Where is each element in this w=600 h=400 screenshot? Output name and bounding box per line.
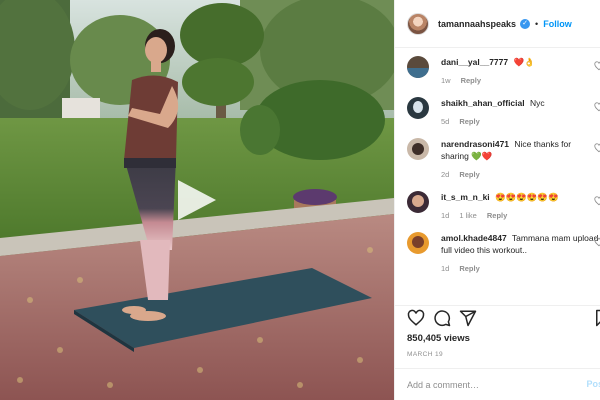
comment-time[interactable]: 1d [441, 211, 449, 220]
comment-like-heart-icon[interactable] [594, 237, 600, 247]
post-side-panel: tamannaahspeaks ✓ • Follow dani__yal__77… [394, 0, 600, 400]
comment-item: dani__yal__7777 ❤️👌 1w Reply [395, 56, 600, 85]
comment-text: 😍😍😍😍😍😍 [495, 192, 559, 202]
reply-button[interactable]: Reply [459, 117, 479, 126]
view-count-label: views [443, 333, 470, 344]
comment-likes[interactable]: 1 like [459, 211, 477, 220]
comment-username[interactable]: narendrasoni471 [441, 139, 509, 149]
avatar[interactable] [407, 12, 429, 35]
comment-item: shaikh_ahan_official Nyc 5d Reply [395, 97, 600, 126]
reply-button[interactable]: Reply [461, 76, 481, 85]
avatar[interactable] [407, 56, 429, 78]
play-icon[interactable] [172, 176, 220, 224]
post-date[interactable]: MARCH 19 [407, 351, 443, 358]
post-actions [407, 309, 600, 329]
comment-username[interactable]: shaikh_ahan_official [441, 98, 525, 108]
reply-button[interactable]: Reply [459, 264, 479, 273]
view-count[interactable]: 850,405 views [407, 333, 470, 344]
comment-time[interactable]: 5d [441, 117, 449, 126]
comment-username[interactable]: dani__yal__7777 [441, 57, 508, 67]
comment-like-heart-icon[interactable] [594, 61, 600, 71]
avatar[interactable] [407, 97, 429, 119]
comment-time[interactable]: 1w [441, 76, 451, 85]
reply-button[interactable]: Reply [459, 170, 479, 179]
comment-text: Nyc [530, 98, 545, 108]
avatar[interactable] [407, 138, 429, 160]
avatar[interactable] [407, 232, 429, 254]
separator-dot: • [535, 18, 539, 29]
post-comment-button[interactable]: Post [586, 379, 600, 389]
comment-username[interactable]: amol.khade4847 [441, 233, 507, 243]
comment-like-heart-icon[interactable] [594, 102, 600, 112]
heart-icon[interactable] [407, 309, 425, 327]
comment-like-heart-icon[interactable] [594, 143, 600, 153]
instagram-post-view: tamannaahspeaks ✓ • Follow dani__yal__77… [0, 0, 600, 400]
comment-username[interactable]: it_s_m_n_ki [441, 192, 490, 202]
post-header: tamannaahspeaks ✓ • Follow [395, 0, 600, 48]
share-icon[interactable] [459, 309, 477, 327]
bookmark-icon[interactable] [593, 309, 600, 327]
comment-icon[interactable] [433, 309, 451, 327]
comment-item: amol.khade4847 Tammana mam upload full v… [395, 232, 600, 273]
view-count-number: 850,405 [407, 333, 442, 344]
post-username[interactable]: tamannaahspeaks [438, 19, 516, 29]
avatar[interactable] [407, 191, 429, 213]
comment-text: ❤️👌 [513, 57, 535, 67]
comment-time[interactable]: 2d [441, 170, 449, 179]
verified-check-icon: ✓ [520, 18, 531, 29]
reply-button[interactable]: Reply [487, 211, 507, 220]
comments-list[interactable]: dani__yal__7777 ❤️👌 1w Reply shaikh_ahan… [395, 48, 600, 304]
comment-item: narendrasoni471 Nice thanks for sharing … [395, 138, 600, 179]
comment-like-heart-icon[interactable] [594, 196, 600, 206]
comment-item: it_s_m_n_ki 😍😍😍😍😍😍 1d 1 like Reply [395, 191, 600, 220]
comment-time[interactable]: 1d [441, 264, 449, 273]
divider [395, 305, 600, 306]
comment-input[interactable] [407, 379, 577, 390]
comment-composer: Post [395, 368, 600, 400]
follow-button[interactable]: Follow [543, 19, 572, 29]
post-video[interactable] [0, 0, 394, 400]
